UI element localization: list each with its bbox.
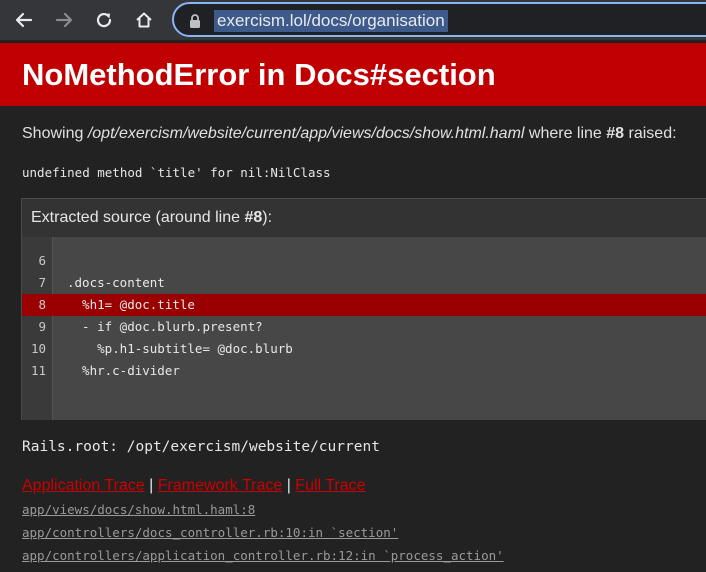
reload-button[interactable] [90, 6, 118, 34]
trace-list: app/views/docs/show.html.haml:8 app/cont… [22, 502, 504, 571]
template-path: /opt/exercism/website/current/app/views/… [87, 125, 525, 142]
error-header: NoMethodError in Docs#section [0, 43, 706, 106]
line-code: %hr.c-divider [67, 363, 180, 378]
code-line: 10 %p.h1-subtitle= @doc.blurb [22, 338, 706, 360]
showing-suffix: raised: [624, 125, 677, 142]
trace-separator: | [144, 477, 158, 494]
source-title-prefix: Extracted source (around line [31, 209, 245, 226]
showing-prefix: Showing [22, 125, 88, 142]
line-code: - if @doc.blurb.present? [67, 319, 263, 334]
trace-item[interactable]: app/controllers/application_controller.r… [22, 548, 504, 571]
error-line-ref: #8 [606, 125, 625, 142]
line-number: 11 [30, 363, 46, 378]
line-number: 8 [38, 297, 46, 312]
source-title: Extracted source (around line #8): [31, 209, 272, 227]
address-bar[interactable]: exercism.lol/docs/organisation [172, 2, 706, 37]
code-line: 6 [22, 250, 706, 272]
lock-icon[interactable] [188, 13, 202, 29]
line-code: %h1= @doc.title [67, 297, 195, 312]
back-button[interactable] [10, 6, 38, 34]
trace-separator: | [282, 477, 296, 494]
highlighted-code-line: 8 %h1= @doc.title [22, 294, 706, 316]
code-line: 9 - if @doc.blurb.present? [22, 316, 706, 338]
error-title: NoMethodError in Docs#section [22, 57, 496, 92]
trace-tabs: Application Trace | Framework Trace | Fu… [22, 477, 366, 495]
line-code: %p.h1-subtitle= @doc.blurb [67, 341, 293, 356]
exception-message: undefined method `title' for nil:NilClas… [22, 165, 331, 180]
rails-root: Rails.root: /opt/exercism/website/curren… [22, 439, 380, 455]
source-title-line: #8 [244, 209, 263, 226]
code-area: 6 7 .docs-content 8 %h1= @doc.title 9 - … [22, 237, 706, 420]
full-trace-link[interactable]: Full Trace [295, 477, 365, 494]
reload-icon [96, 13, 112, 28]
forward-arrow-icon [55, 12, 73, 28]
code-line: 7 .docs-content [22, 272, 706, 294]
code-line: 11 %hr.c-divider [22, 360, 706, 382]
line-code: .docs-content [67, 275, 165, 290]
source-title-suffix: ): [262, 209, 273, 226]
browser-toolbar: exercism.lol/docs/organisation [0, 0, 706, 40]
forward-button[interactable] [50, 6, 78, 34]
showing-middle: where line [524, 125, 607, 142]
trace-item[interactable]: app/controllers/docs_controller.rb:10:in… [22, 525, 504, 548]
line-number: 9 [38, 319, 46, 334]
line-number: 7 [38, 275, 46, 290]
trace-item[interactable]: app/views/docs/show.html.haml:8 [22, 502, 504, 525]
line-number: 6 [38, 253, 46, 268]
application-trace-link[interactable]: Application Trace [22, 477, 145, 494]
extracted-source: Extracted source (around line #8): 6 7 .… [21, 198, 706, 420]
url-text[interactable]: exercism.lol/docs/organisation [214, 10, 448, 32]
framework-trace-link[interactable]: Framework Trace [158, 477, 282, 494]
line-number: 10 [30, 341, 46, 356]
home-icon [136, 12, 152, 28]
back-arrow-icon [15, 12, 33, 28]
error-location: Showing /opt/exercism/website/current/ap… [22, 125, 677, 143]
home-button[interactable] [130, 6, 158, 34]
